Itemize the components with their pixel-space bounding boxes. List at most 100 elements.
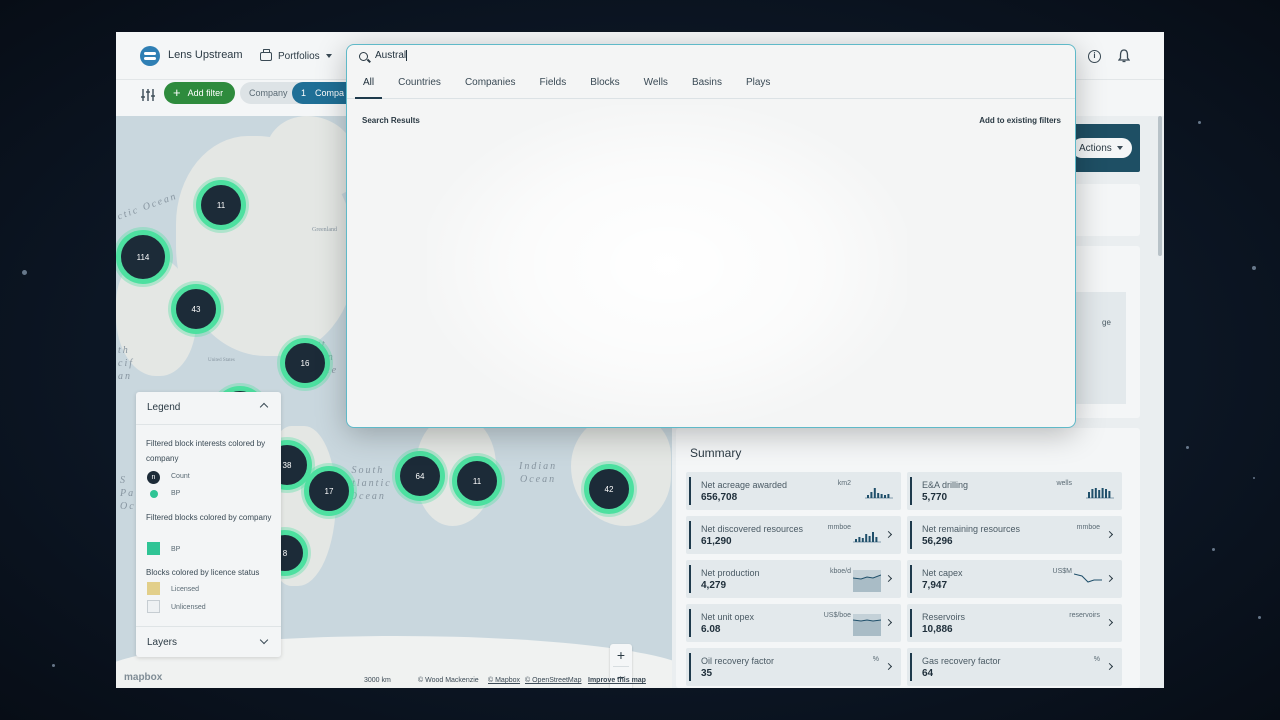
legend-panel: Legend Filtered block interests colored … [136, 392, 281, 657]
north-pacific-label: th cif an [118, 345, 134, 382]
tab-fields[interactable]: Fields [532, 71, 575, 99]
tab-plays[interactable]: Plays [738, 71, 778, 99]
legend-title: Legend [147, 402, 181, 413]
map-cluster[interactable]: 17 [304, 466, 354, 516]
app-window: Lens Upstream Portfolios i + Add filter … [116, 32, 1164, 688]
chevron-right-icon[interactable] [884, 530, 893, 539]
map-cluster[interactable]: 11 [452, 456, 502, 506]
improve-map-link[interactable]: Improve this map [588, 677, 646, 684]
metric-value: 64 [922, 668, 934, 679]
metric-value: 5,770 [922, 492, 948, 503]
search-row: Austral [347, 45, 1075, 69]
metric-label: Net remaining resources [922, 524, 1021, 534]
attribution-osm[interactable]: © OpenStreetMap [525, 677, 582, 684]
zoom-in-button[interactable]: + [610, 644, 632, 666]
map-cluster[interactable]: 16 [280, 338, 330, 388]
search-icon [359, 52, 368, 61]
map-cluster[interactable]: 64 [395, 451, 445, 501]
add-to-filters-button[interactable]: Add to existing filters [979, 116, 1061, 125]
chevron-right-icon[interactable] [1105, 662, 1114, 671]
metric-card[interactable]: Net remaining resources 56,296 mmboe [907, 516, 1122, 554]
search-input[interactable]: Austral [375, 50, 875, 61]
attribution-mapbox[interactable]: © Mapbox [488, 677, 520, 684]
chip-label: Company [249, 88, 288, 98]
metric-value: 56,296 [922, 536, 953, 547]
tab-countries[interactable]: Countries [390, 71, 449, 99]
partial-text: ge [1102, 318, 1111, 327]
scrollbar[interactable] [1158, 116, 1162, 256]
indian-ocean-label: Indian Ocean [519, 461, 558, 485]
chip-count: 1 [301, 88, 307, 98]
chart-card: ge [1074, 246, 1140, 418]
tab-blocks[interactable]: Blocks [582, 71, 627, 99]
tab-wells[interactable]: Wells [636, 71, 676, 99]
tab-basins[interactable]: Basins [684, 71, 730, 99]
chevron-right-icon[interactable] [1105, 618, 1114, 627]
metric-card[interactable]: Net production 4,279 kboe/d [686, 560, 901, 598]
chevron-right-icon[interactable] [1105, 574, 1114, 583]
mapbox-logo[interactable]: mapbox [124, 672, 162, 683]
metric-label: Net unit opex [701, 612, 755, 622]
portfolios-menu[interactable]: Portfolios [254, 43, 338, 69]
map-cluster[interactable]: 114 [116, 230, 170, 284]
brand-name[interactable]: Lens Upstream [168, 49, 243, 61]
sparkline-icon [1086, 488, 1114, 499]
bell-icon[interactable] [1118, 49, 1130, 63]
metric-card[interactable]: Oil recovery factor 35% [686, 648, 901, 686]
metric-sparkline [865, 478, 893, 509]
metric-card: Net acreage awarded 656,708 km2 [686, 472, 901, 510]
sparkline-icon [865, 488, 893, 499]
layers-title[interactable]: Layers [147, 637, 177, 648]
metric-card[interactable]: Net discovered resources 61,290 mmboe [686, 516, 901, 554]
metric-card[interactable]: Net unit opex 6.08 US$/boe [686, 604, 901, 642]
chevron-right-icon[interactable] [884, 574, 893, 583]
chevron-up-icon[interactable] [259, 402, 269, 412]
unlicensed-label: Unlicensed [171, 604, 206, 611]
metric-unit: kboe/d [829, 568, 851, 575]
metric-label: Oil recovery factor [701, 656, 775, 666]
chevron-right-icon[interactable] [1105, 530, 1114, 539]
metric-card[interactable]: Net capex 7,947 US$M [907, 560, 1122, 598]
filter-settings-icon[interactable] [140, 88, 156, 102]
metric-value: 656,708 [701, 492, 738, 503]
lens-logo-icon[interactable] [140, 46, 160, 66]
metric-label: Net discovered resources [701, 524, 804, 534]
add-filter-button[interactable]: + Add filter [164, 82, 235, 104]
metric-unit: mmboe [827, 524, 851, 531]
metric-label: E&A drilling [922, 480, 969, 490]
chip-value: Compa [315, 88, 345, 98]
tab-companies[interactable]: Companies [457, 71, 524, 99]
metric-unit: US$/boe [823, 612, 851, 619]
search-tabs: All Countries Companies Fields Blocks Wells Ba… [347, 71, 1075, 99]
metric-unit: US$M [1052, 568, 1072, 575]
actions-button[interactable]: Actions [1072, 138, 1132, 158]
info-icon[interactable]: i [1088, 50, 1101, 63]
legend-section-interests: Filtered block interests colored by comp… [146, 439, 266, 463]
south-pacific-label: S Pa Oc [120, 475, 136, 512]
actions-label: Actions [1079, 142, 1112, 154]
chevron-down-icon[interactable] [259, 635, 269, 645]
map-cluster[interactable]: 43 [171, 284, 221, 334]
legend-divider [136, 424, 281, 425]
chevron-right-icon[interactable] [884, 618, 893, 627]
metric-card[interactable]: Reservoirs 10,886 reservoirs [907, 604, 1122, 642]
metric-sparkline [853, 522, 881, 553]
legend-section-licence: Blocks colored by licence status [146, 568, 260, 577]
metric-value: 10,886 [922, 624, 953, 635]
tab-all[interactable]: All [355, 71, 383, 99]
map-cluster[interactable]: 11 [196, 180, 246, 230]
metric-value: 61,290 [701, 536, 732, 547]
bp-label: BP [171, 490, 181, 497]
info-card [1074, 184, 1140, 236]
metric-value: 7,947 [922, 580, 948, 591]
metric-sparkline [1086, 478, 1114, 509]
metric-sparkline [852, 566, 882, 597]
chevron-right-icon[interactable] [884, 662, 893, 671]
metric-value: 4,279 [701, 580, 727, 591]
metric-card[interactable]: Gas recovery factor 64% [907, 648, 1122, 686]
bp-block-label: BP [171, 546, 181, 553]
metric-sparkline [1073, 566, 1102, 597]
attribution-woodmac[interactable]: © Wood Mackenzie [418, 677, 479, 684]
metric-label: Net capex [922, 568, 963, 578]
map-cluster[interactable]: 42 [584, 464, 634, 514]
